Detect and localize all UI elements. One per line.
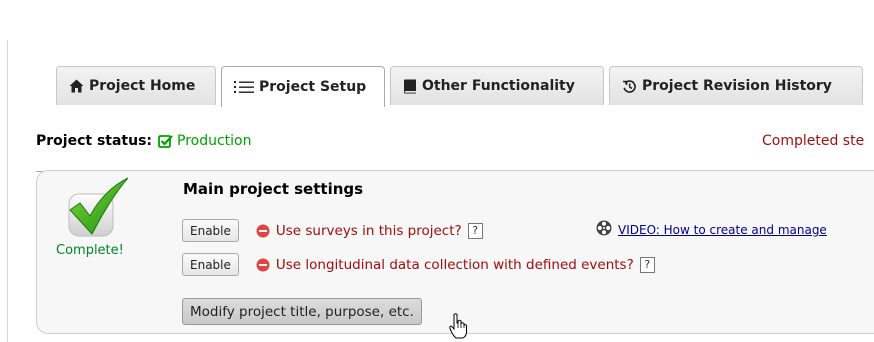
section-title: Main project settings bbox=[183, 180, 364, 198]
modify-project-button[interactable]: Modify project title, purpose, etc. bbox=[182, 298, 422, 325]
tab-label: Project Revision History bbox=[642, 78, 832, 94]
tab-project-setup[interactable]: Project Setup bbox=[221, 66, 385, 107]
tab-other-functionality[interactable]: Other Functionality bbox=[390, 66, 604, 105]
tab-label: Project Home bbox=[89, 78, 196, 94]
longitudinal-option-text: Use longitudinal data collection with de… bbox=[275, 256, 634, 273]
book-icon bbox=[403, 79, 417, 94]
project-status-label: Project status: bbox=[36, 133, 153, 149]
project-status: Project status: Production bbox=[36, 133, 252, 149]
tab-bar: Project Home Project Setup Other Functio… bbox=[0, 66, 874, 172]
status-text: Production bbox=[177, 133, 252, 149]
option-row-longitudinal: Enable Use longitudinal data collection … bbox=[182, 253, 655, 276]
main-settings-panel bbox=[36, 170, 874, 334]
help-button-surveys[interactable]: ? bbox=[467, 222, 483, 239]
enable-longitudinal-button[interactable]: Enable bbox=[182, 253, 239, 276]
tab-label: Other Functionality bbox=[422, 78, 575, 94]
project-status-value: Production bbox=[158, 133, 252, 149]
hand-cursor-icon bbox=[449, 313, 467, 342]
enable-surveys-button[interactable]: Enable bbox=[182, 219, 239, 242]
tab-project-home[interactable]: Project Home bbox=[56, 66, 216, 105]
surveys-option-text: Use surveys in this project? bbox=[275, 222, 462, 239]
history-icon bbox=[622, 79, 637, 94]
tab-label: Project Setup bbox=[259, 79, 367, 95]
complete-label: Complete! bbox=[56, 243, 124, 258]
option-row-surveys: Enable Use surveys in this project? ? bbox=[182, 219, 483, 242]
video-link[interactable]: VIDEO: How to create and manage bbox=[618, 223, 827, 237]
video-link-row: VIDEO: How to create and manage bbox=[596, 220, 827, 239]
film-reel-icon bbox=[596, 220, 612, 239]
page: Project Home Project Setup Other Functio… bbox=[0, 0, 874, 342]
help-button-longitudinal[interactable]: ? bbox=[639, 256, 655, 273]
check-square-icon bbox=[158, 134, 173, 149]
list-icon bbox=[234, 80, 254, 94]
completed-steps-text: Completed ste bbox=[762, 133, 865, 149]
minus-circle-icon bbox=[256, 258, 270, 272]
home-icon bbox=[69, 79, 84, 93]
checkmark-icon bbox=[66, 174, 132, 244]
minus-circle-icon bbox=[256, 224, 270, 238]
tab-project-revision-history[interactable]: Project Revision History bbox=[609, 66, 863, 105]
